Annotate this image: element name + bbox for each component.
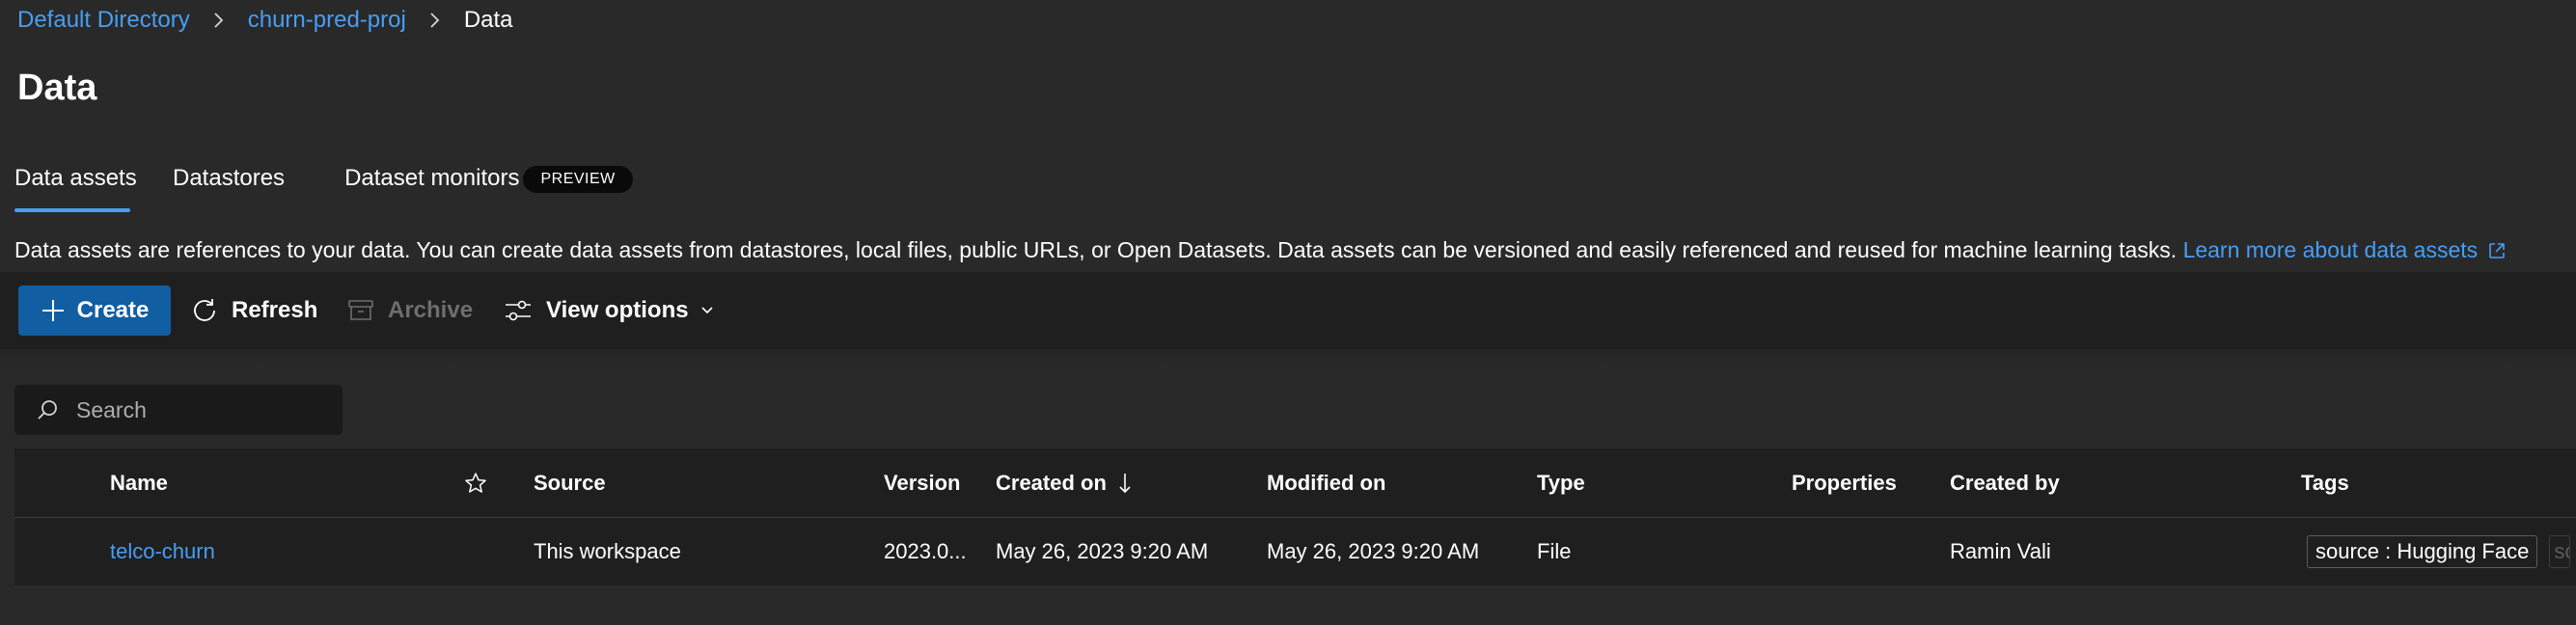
cell-source: This workspace	[534, 539, 681, 563]
archive-button[interactable]: Archive	[347, 285, 473, 336]
cell-tags: source : Hugging Face sc	[2307, 518, 2571, 585]
description-text: Data assets are references to your data.…	[14, 237, 2178, 262]
arrow-down-icon	[1118, 472, 1132, 495]
column-header-label: Modified on	[1267, 470, 1386, 495]
search-icon	[36, 398, 59, 421]
tab-list: Data assets Datastores Dataset monitors P…	[14, 162, 633, 212]
toolbar-divider	[0, 349, 2576, 363]
column-header-name[interactable]: Name	[110, 448, 168, 517]
refresh-label: Refresh	[232, 297, 318, 323]
cell-name[interactable]: telco-churn	[110, 518, 215, 585]
archive-label: Archive	[388, 297, 474, 323]
learn-more-label: Learn more about data assets	[2182, 237, 2479, 262]
column-header-tags[interactable]: Tags	[2301, 448, 2349, 517]
external-link-icon	[2488, 242, 2506, 259]
tab-label: Datastores	[173, 165, 286, 191]
column-header-label: Source	[534, 470, 606, 495]
column-header-label: Version	[884, 470, 961, 495]
cell-type: File	[1537, 539, 1572, 563]
view-options-button[interactable]: View options	[504, 285, 714, 336]
data-assets-table: Name Source Version Created on Modified …	[14, 448, 2576, 585]
cell-version: 2023.0...	[884, 539, 967, 563]
table-row[interactable]: telco-churn This workspace 2023.0... May…	[14, 518, 2576, 585]
chevron-right-icon	[429, 12, 441, 29]
column-header-created-by[interactable]: Created by	[1950, 448, 2060, 517]
create-label: Create	[76, 297, 150, 323]
tab-dataset-monitors[interactable]: Dataset monitors PREVIEW	[344, 162, 633, 212]
tab-datastores[interactable]: Datastores	[173, 162, 285, 212]
tag-pill: source : Hugging Face	[2307, 535, 2538, 568]
view-options-label: View options	[546, 297, 689, 323]
breadcrumb-current: Data	[463, 7, 513, 33]
tab-label: Dataset monitors	[344, 165, 520, 191]
column-header-properties[interactable]: Properties	[1792, 448, 1897, 517]
column-header-modified-on[interactable]: Modified on	[1267, 448, 1385, 517]
sliders-icon	[504, 297, 533, 324]
command-bar: Create Refresh Archive View options	[0, 272, 2576, 349]
preview-badge: PREVIEW	[523, 166, 633, 193]
chevron-down-icon	[700, 306, 714, 315]
refresh-icon	[191, 297, 218, 324]
archive-icon	[347, 298, 374, 323]
create-button[interactable]: Create	[18, 285, 171, 336]
column-header-label: Type	[1537, 470, 1585, 495]
column-header-source[interactable]: Source	[534, 448, 606, 517]
page-description: Data assets are references to your data.…	[14, 235, 2506, 264]
tag-pill: sc	[2549, 535, 2571, 568]
column-header-label: Created on	[996, 470, 1107, 495]
learn-more-link[interactable]: Learn more about data assets	[2183, 237, 2506, 262]
column-header-created-on[interactable]: Created on	[996, 448, 1132, 517]
column-header-label: Created by	[1950, 470, 2060, 495]
column-header-label: Name	[110, 470, 168, 495]
tab-label: Data assets	[14, 165, 137, 191]
breadcrumb-default-directory[interactable]: Default Directory	[17, 7, 190, 34]
chevron-right-icon	[213, 12, 225, 29]
column-header-label: Properties	[1792, 470, 1897, 495]
cell-modified-on: May 26, 2023 9:20 AM	[1267, 539, 1480, 563]
asset-name-link[interactable]: telco-churn	[110, 539, 215, 564]
cell-created-by: Ramin Vali	[1950, 539, 2051, 563]
plus-icon	[41, 298, 66, 323]
cell-created-on: May 26, 2023 9:20 AM	[996, 539, 1209, 563]
breadcrumb: Default Directory churn-pred-proj Data	[17, 6, 513, 35]
table-header: Name Source Version Created on Modified …	[14, 448, 2576, 518]
column-header-label: Tags	[2301, 470, 2349, 495]
search-box[interactable]	[14, 385, 343, 435]
star-outline-icon[interactable]	[464, 448, 487, 517]
column-header-type[interactable]: Type	[1537, 448, 1585, 517]
tab-data-assets[interactable]: Data assets	[14, 162, 137, 212]
column-header-version[interactable]: Version	[884, 448, 960, 517]
search-input[interactable]	[76, 396, 327, 423]
page-title: Data	[17, 68, 97, 108]
refresh-button[interactable]: Refresh	[191, 285, 317, 336]
breadcrumb-churn-pred-proj[interactable]: churn-pred-proj	[248, 7, 406, 34]
